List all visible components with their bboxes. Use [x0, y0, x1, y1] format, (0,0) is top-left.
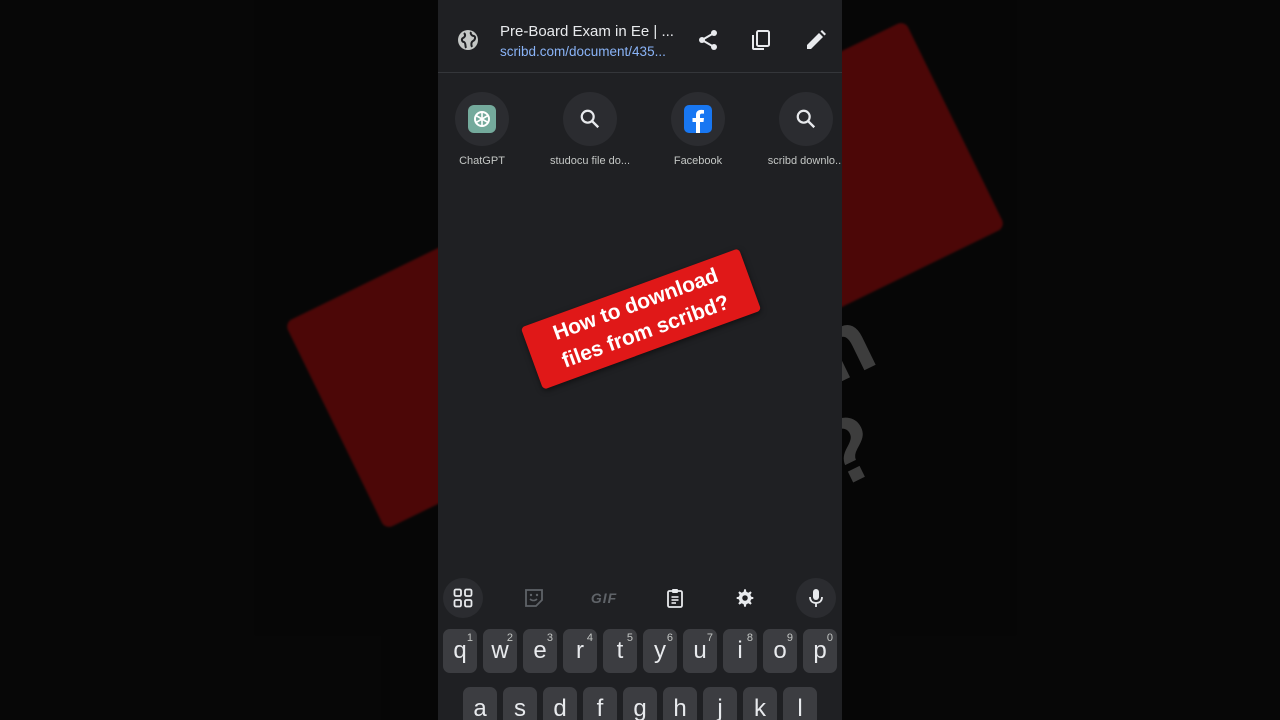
key-letter: t — [616, 637, 624, 664]
key-number-hint: 5 — [626, 632, 633, 644]
suggested-shortcuts: ChatGPT studocu file do... Facebook scri… — [438, 92, 842, 182]
key-q[interactable]: q1 — [443, 629, 477, 673]
key-a[interactable]: a — [463, 687, 497, 720]
key-number-hint: 9 — [786, 632, 793, 644]
shortcut-scribd-search[interactable]: scribd downlo... — [756, 92, 842, 167]
key-number-hint: 0 — [826, 632, 833, 644]
key-s[interactable]: s — [503, 687, 537, 720]
phone-screen: Pre-Board Exam in Ee | ... scribd.com/do… — [438, 0, 842, 720]
search-icon — [796, 109, 816, 129]
key-o[interactable]: o9 — [763, 629, 797, 673]
key-f[interactable]: f — [583, 687, 617, 720]
key-w[interactable]: w2 — [483, 629, 517, 673]
key-d[interactable]: d — [543, 687, 577, 720]
key-letter: p — [813, 637, 827, 664]
shortcut-studocu-search[interactable]: studocu file do... — [540, 92, 640, 167]
address-bar[interactable]: Pre-Board Exam in Ee | ... scribd.com/do… — [438, 0, 842, 73]
gear-icon — [736, 589, 754, 607]
keyboard-toolbar: GIF — [438, 576, 842, 620]
key-j[interactable]: j — [703, 687, 737, 720]
clipboard-button[interactable] — [655, 578, 695, 618]
key-r[interactable]: r4 — [563, 629, 597, 673]
key-number-hint: 3 — [546, 632, 553, 644]
shortcut-label: ChatGPT — [459, 155, 505, 167]
key-letter: y — [654, 637, 666, 664]
copy-icon[interactable] — [749, 28, 773, 52]
key-number-hint: 7 — [706, 632, 713, 644]
key-number-hint: 6 — [666, 632, 673, 644]
key-letter: o — [773, 637, 787, 664]
key-k[interactable]: k — [743, 687, 777, 720]
key-letter: u — [693, 637, 707, 664]
apps-grid-button[interactable] — [443, 578, 483, 618]
globe-icon — [458, 30, 478, 50]
key-y[interactable]: y6 — [643, 629, 677, 673]
chatgpt-icon — [468, 105, 496, 133]
key-number-hint: 4 — [586, 632, 593, 644]
shortcut-label: scribd downlo... — [767, 155, 842, 167]
key-g[interactable]: g — [623, 687, 657, 720]
gif-button[interactable]: GIF — [584, 578, 624, 618]
sticker-icon — [525, 589, 543, 607]
page-title[interactable]: Pre-Board Exam in Ee | ... — [500, 23, 680, 40]
key-h[interactable]: h — [663, 687, 697, 720]
edit-icon[interactable] — [804, 28, 828, 52]
key-i[interactable]: i8 — [723, 629, 757, 673]
grid-icon — [453, 588, 473, 608]
facebook-icon — [684, 105, 712, 133]
key-letter: r — [576, 637, 584, 664]
key-letter: q — [453, 637, 467, 664]
key-l[interactable]: l — [783, 687, 817, 720]
voice-input-button[interactable] — [796, 578, 836, 618]
key-e[interactable]: e3 — [523, 629, 557, 673]
shortcut-facebook[interactable]: Facebook — [648, 92, 748, 167]
shortcut-label: Facebook — [673, 155, 723, 167]
clipboard-icon — [667, 589, 683, 608]
key-letter: e — [533, 637, 547, 664]
key-u[interactable]: u7 — [683, 629, 717, 673]
page-url[interactable]: scribd.com/document/435... — [500, 44, 680, 59]
search-icon — [580, 109, 600, 129]
shortcut-label: studocu file do... — [549, 155, 631, 167]
key-number-hint: 2 — [506, 632, 513, 644]
microphone-icon — [809, 589, 823, 607]
key-number-hint: 8 — [746, 632, 753, 644]
settings-button[interactable] — [725, 578, 765, 618]
gif-label: GIF — [590, 590, 618, 606]
shortcut-chatgpt[interactable]: ChatGPT — [438, 92, 532, 167]
share-icon[interactable] — [696, 28, 720, 52]
sticker-button[interactable] — [514, 578, 554, 618]
key-number-hint: 1 — [466, 632, 473, 644]
key-p[interactable]: p0 — [803, 629, 837, 673]
key-letter: i — [737, 637, 743, 664]
key-t[interactable]: t5 — [603, 629, 637, 673]
